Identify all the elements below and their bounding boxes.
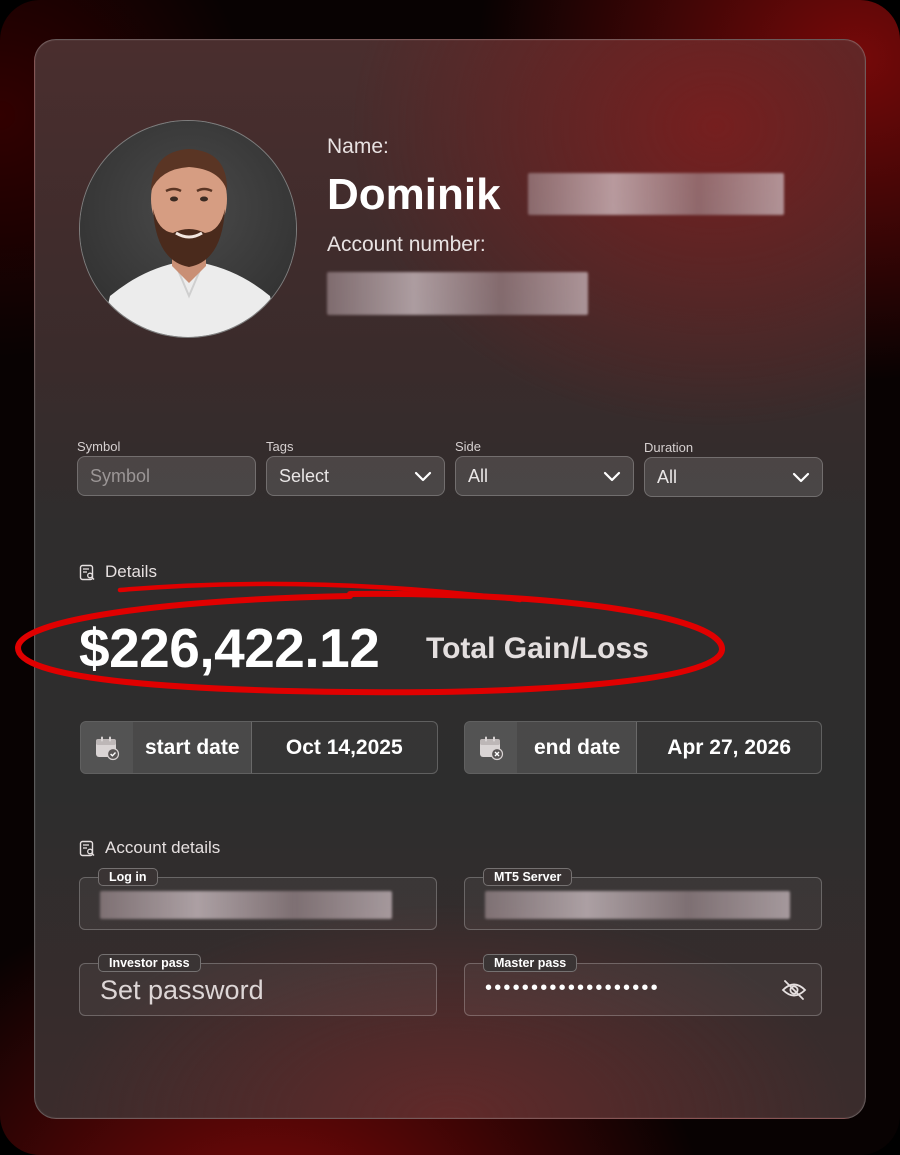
tags-value: Select [279,465,330,486]
investor-pass-field[interactable]: Investor pass Set password [79,954,437,1016]
user-photo [80,121,296,337]
login-field[interactable]: Log in [79,868,437,930]
calendar-check-icon [96,736,120,760]
end-date-label: end date [517,722,638,773]
user-name: Dominik [327,170,501,219]
calendar-check-icon-cell [81,722,133,773]
name-label: Name: [327,135,389,158]
account-details-heading: Account details [79,838,220,858]
total-amount: $226,422.12 [79,617,380,679]
start-date-value: Oct 14,2025 [285,735,403,759]
details-heading: Details [79,562,157,582]
symbol-label: Symbol [77,439,121,454]
symbol-input[interactable]: Symbol [77,456,256,496]
master-pass-label: Master pass [483,954,578,972]
chevron-down-icon [414,471,432,482]
redacted-mt5-server [485,891,790,919]
investor-pass-label: Investor pass [98,954,201,972]
redacted-last-name [528,173,784,215]
end-date-pill[interactable]: end date Apr 27, 2026 [464,721,822,774]
tags-select[interactable]: Select [266,456,445,496]
start-date-label: start date [133,722,252,773]
redacted-login [100,891,392,919]
mt5-server-label: MT5 Server [483,868,573,886]
master-pass-value: ••••••••••••••••••• [485,977,660,999]
side-select[interactable]: All [455,456,634,496]
page-background: Name: Dominik Account number: Symbol Sym… [0,0,900,1155]
master-pass-field[interactable]: Master pass ••••••••••••••••••• [464,954,822,1016]
total-gain-loss-label: Total Gain/Loss [426,632,649,665]
account-details-heading-text: Account details [105,838,221,857]
calendar-x-icon-cell [465,722,517,773]
chevron-down-icon [603,471,621,482]
redacted-account-number [327,272,588,315]
calendar-x-icon [480,736,504,760]
mt5-server-field[interactable]: MT5 Server [464,868,822,930]
side-label: Side [455,439,482,454]
duration-select[interactable]: All [644,457,823,497]
document-search-icon [79,564,95,580]
tags-label: Tags [266,439,294,454]
login-label: Log in [98,868,158,886]
document-search-icon [79,840,95,856]
details-heading-text: Details [105,562,157,581]
side-value: All [468,465,489,486]
chevron-down-icon [792,472,810,483]
account-number-label: Account number: [327,233,486,256]
end-date-value: Apr 27, 2026 [667,735,792,759]
eye-off-icon[interactable] [781,979,807,1001]
start-date-pill[interactable]: start date Oct 14,2025 [80,721,438,774]
duration-label: Duration [644,440,694,455]
duration-value: All [657,466,678,487]
investor-pass-placeholder: Set password [100,975,264,1005]
avatar [79,120,297,338]
